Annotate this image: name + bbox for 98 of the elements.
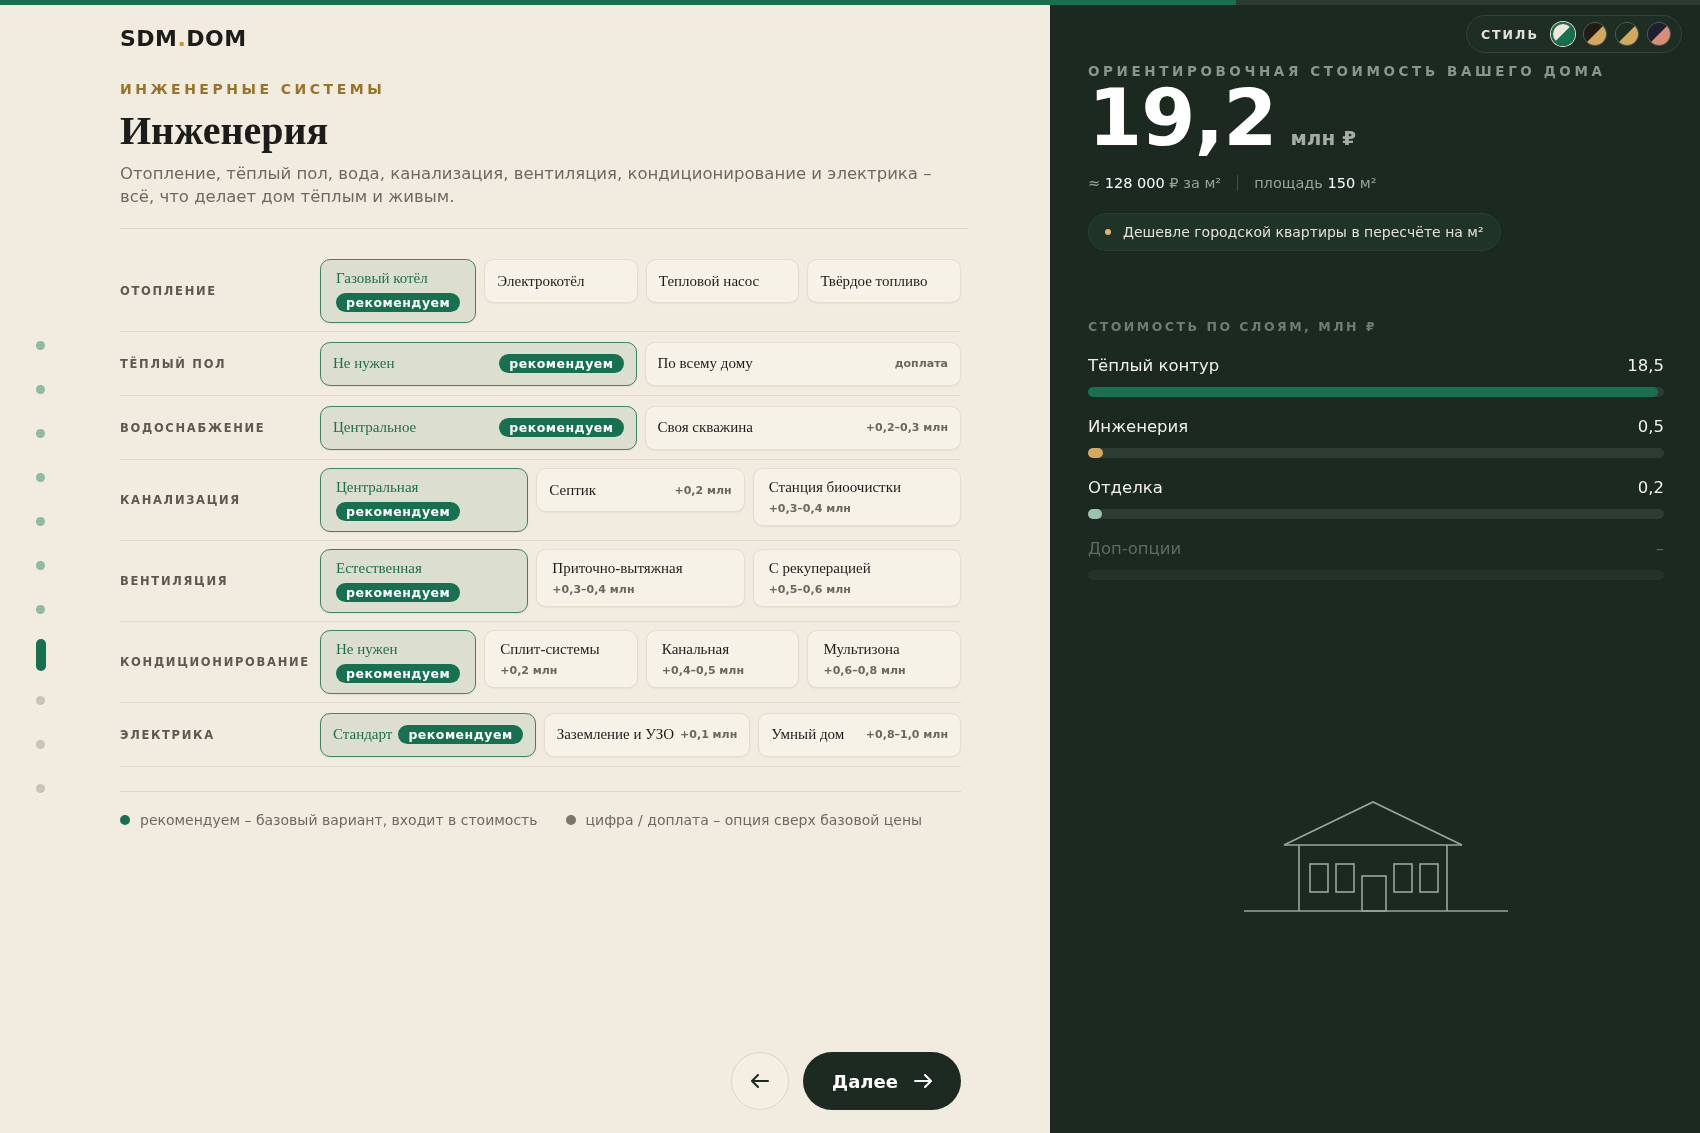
option-price: +0,4–0,5 млн (661, 664, 744, 677)
logo[interactable]: SDM.DOM (120, 26, 968, 51)
option-title: Не нужен (336, 641, 398, 658)
option-title: Естественная (336, 560, 422, 577)
option-title: Своя скважина (657, 419, 753, 436)
option-title: Сплит-системы (500, 641, 600, 658)
option-title: Твёрдое топливо (820, 272, 928, 290)
group-label: ЭЛЕКТРИКА (120, 727, 216, 742)
section-eyebrow: ИНЖЕНЕРНЫЕ СИСТЕМЫ (120, 81, 387, 97)
layer-name: Тёплый контур (1088, 356, 1220, 375)
style-swatch[interactable] (1615, 22, 1639, 46)
option-title: Септик (549, 481, 597, 499)
option-price: +0,2 млн (500, 664, 558, 677)
section-description: Отопление, тёплый пол, вода, канализация, вентиляция, кондиционирование и электрика – всё, что делает дом тёплым и живым. (120, 162, 968, 229)
option-price: +0,5–0,6 млн (768, 583, 851, 596)
recommended-badge: рекомендуем (499, 354, 624, 373)
option-price: +0,3–0,4 млн (768, 502, 851, 515)
option-title: Приточно-вытяжная (552, 560, 683, 577)
recommended-badge: рекомендуем (336, 502, 461, 521)
option-card[interactable]: Центральная рекомендуем (320, 468, 529, 532)
recommended-badge: рекомендуем (336, 583, 461, 602)
layer-value: 18,5 (1627, 356, 1664, 375)
option-card[interactable]: Центральное рекомендуем (320, 405, 637, 450)
next-button[interactable]: Далее (803, 1052, 961, 1110)
option-card[interactable]: По всему дому доплата (644, 341, 961, 386)
option-card[interactable]: С рекуперацией +0,5–0,6 млн (752, 549, 961, 607)
section-title: Инженерия (120, 107, 330, 154)
legend-text: рекомендуем – базовый вариант, входит в стоимость (140, 812, 538, 828)
recommended-badge: рекомендуем (398, 725, 523, 744)
style-swatch[interactable] (1583, 22, 1607, 46)
option-card[interactable]: Не нужен рекомендуем (320, 630, 477, 694)
option-title: Не нужен (333, 355, 395, 372)
style-label: СТИЛЬ (1480, 26, 1539, 42)
option-title: Канальная (661, 641, 730, 658)
note-dot (1105, 229, 1111, 235)
group-label: КОНДИЦИОНИРОВАНИЕ (120, 655, 311, 669)
option-price: +0,2–0,3 млн (865, 421, 948, 434)
layer-value: – (1655, 539, 1664, 558)
group-label: ВЕНТИЛЯЦИЯ (120, 574, 230, 588)
option-card[interactable]: Мультизона +0,6–0,8 млн (807, 630, 961, 688)
price-per-m2: ≈ 128 000 ₽ за м² (1088, 175, 1222, 191)
option-price: +0,2 млн (674, 483, 732, 497)
style-swatch[interactable] (1551, 22, 1575, 46)
estimate-value: 19,2 (1088, 79, 1277, 157)
option-card[interactable]: Заземление и УЗО +0,1 млн (543, 712, 751, 757)
option-title: Умный дом (771, 726, 845, 743)
layer-name: Доп-опции (1088, 539, 1182, 558)
group-label: ВОДОСНАБЖЕНИЕ (120, 420, 267, 435)
option-title: Тепловой насос (658, 272, 760, 290)
option-card[interactable]: Тепловой насос (645, 259, 800, 303)
group-label: ТЁПЛЫЙ ПОЛ (120, 356, 228, 371)
option-title: Мультизона (823, 641, 900, 658)
option-title: С рекуперацией (768, 560, 871, 577)
option-title: Заземление и УЗО (556, 726, 675, 743)
option-card[interactable]: Естественная рекомендуем (320, 549, 529, 613)
option-card[interactable]: Своя скважина +0,2–0,3 млн (644, 405, 961, 450)
option-title: Газовый котёл (336, 270, 428, 287)
option-price: +0,6–0,8 млн (823, 664, 906, 677)
option-card[interactable]: Стандарт рекомендуем (320, 712, 536, 757)
layer-value: 0,2 (1637, 478, 1664, 497)
layer-value: 0,5 (1637, 417, 1664, 436)
option-card[interactable]: Канальная +0,4–0,5 млн (645, 630, 800, 688)
estimate-eyebrow: ОРИЕНТИРОВОЧНАЯ СТОИМОСТЬ ВАШЕГО ДОМА (1088, 63, 1607, 79)
option-price: +0,1 млн (680, 728, 738, 741)
option-card[interactable]: Сплит-системы +0,2 млн (484, 630, 638, 688)
recommended-badge: рекомендуем (499, 418, 624, 437)
recommended-badge: рекомендуем (336, 664, 461, 683)
step-indicator[interactable] (36, 639, 46, 671)
forward-arrow-icon (913, 1074, 932, 1088)
note-text: Дешевле городской квартиры в пересчёте на м² (1123, 224, 1484, 240)
option-price: доплата (894, 357, 948, 370)
style-swatch[interactable] (1647, 22, 1671, 46)
option-title: По всему дому (657, 355, 753, 372)
option-card[interactable]: Газовый котёл рекомендуем (320, 259, 477, 323)
option-title: Центральная (336, 479, 419, 496)
back-arrow-icon (751, 1074, 769, 1088)
estimate-unit: млн ₽ (1290, 126, 1357, 150)
option-card[interactable]: Умный дом +0,8–1,0 млн (758, 712, 961, 757)
option-title: Стандарт (333, 726, 393, 743)
option-title: Центральное (333, 419, 417, 436)
option-card[interactable]: Твёрдое топливо (807, 259, 961, 303)
layer-name: Отделка (1088, 478, 1163, 497)
option-title: Электрокотёл (497, 272, 585, 290)
layers-title: СТОИМОСТЬ ПО СЛОЯМ, МЛН ₽ (1088, 319, 1379, 334)
layer-name: Инженерия (1088, 417, 1189, 436)
recommended-badge: рекомендуем (336, 293, 461, 312)
option-card[interactable]: Электрокотёл (484, 259, 638, 303)
option-title: Станция биоочистки (768, 479, 901, 496)
option-price: +0,8–1,0 млн (865, 728, 948, 741)
legend-text: цифра / доплата – опция сверх базовой цены (585, 812, 923, 828)
option-card[interactable]: Септик +0,2 млн (536, 468, 745, 512)
house-area: площадь 150 м² (1254, 175, 1377, 191)
group-label: КАНАЛИЗАЦИЯ (120, 493, 242, 507)
group-label: ОТОПЛЕНИЕ (120, 284, 218, 298)
option-card[interactable]: Станция биоочистки +0,3–0,4 млн (752, 468, 961, 526)
option-card[interactable]: Не нужен рекомендуем (320, 341, 637, 386)
option-card[interactable]: Приточно-вытяжная +0,3–0,4 млн (536, 549, 745, 607)
option-price: +0,3–0,4 млн (552, 583, 635, 596)
